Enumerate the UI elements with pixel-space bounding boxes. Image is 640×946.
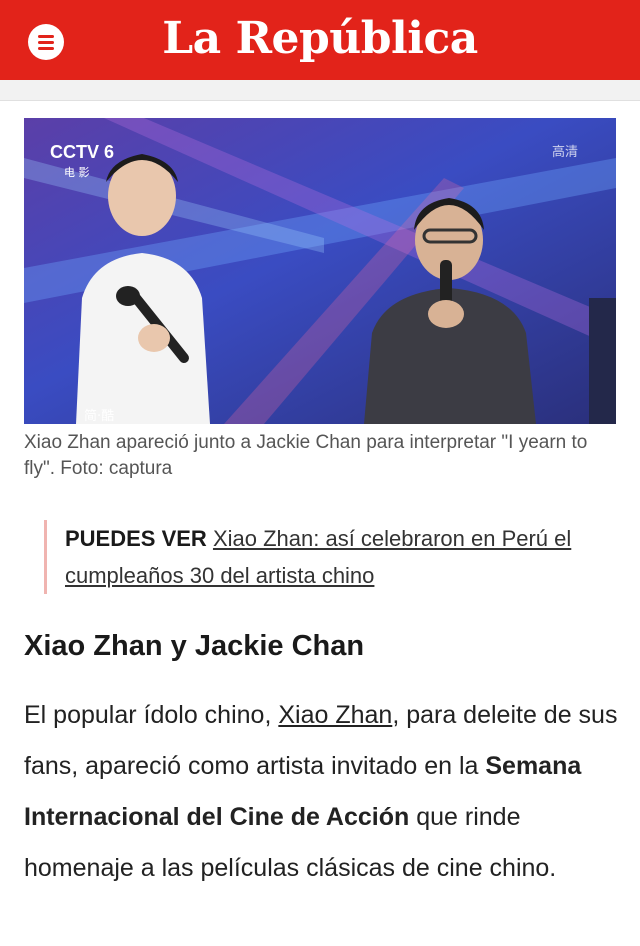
xiao-zhan-link[interactable]: Xiao Zhan [278, 701, 392, 729]
photo-caption: Xiao Zhan apareció junto a Jackie Chan p… [24, 432, 588, 479]
article-paragraph: El popular ídolo chino, Xiao Zhan, para … [24, 690, 624, 894]
article-photo: CCTV 6 电 影 高清 简·酷 [24, 118, 616, 424]
site-header: La República [0, 0, 640, 80]
related-article-box: PUEDES VER Xiao Zhan: así celebraron en … [44, 520, 640, 594]
svg-text:高清: 高清 [552, 144, 578, 160]
svg-text:CCTV 6: CCTV 6 [50, 142, 114, 162]
header-divider [0, 80, 640, 101]
svg-text:电 影: 电 影 [64, 166, 90, 179]
related-label: PUEDES VER [65, 526, 207, 551]
paragraph-text: El popular ídolo chino, [24, 701, 279, 729]
svg-text:简·酷: 简·酷 [84, 408, 114, 424]
site-logo[interactable]: La República [0, 10, 640, 68]
article-subheading: Xiao Zhan y Jackie Chan [24, 630, 365, 662]
